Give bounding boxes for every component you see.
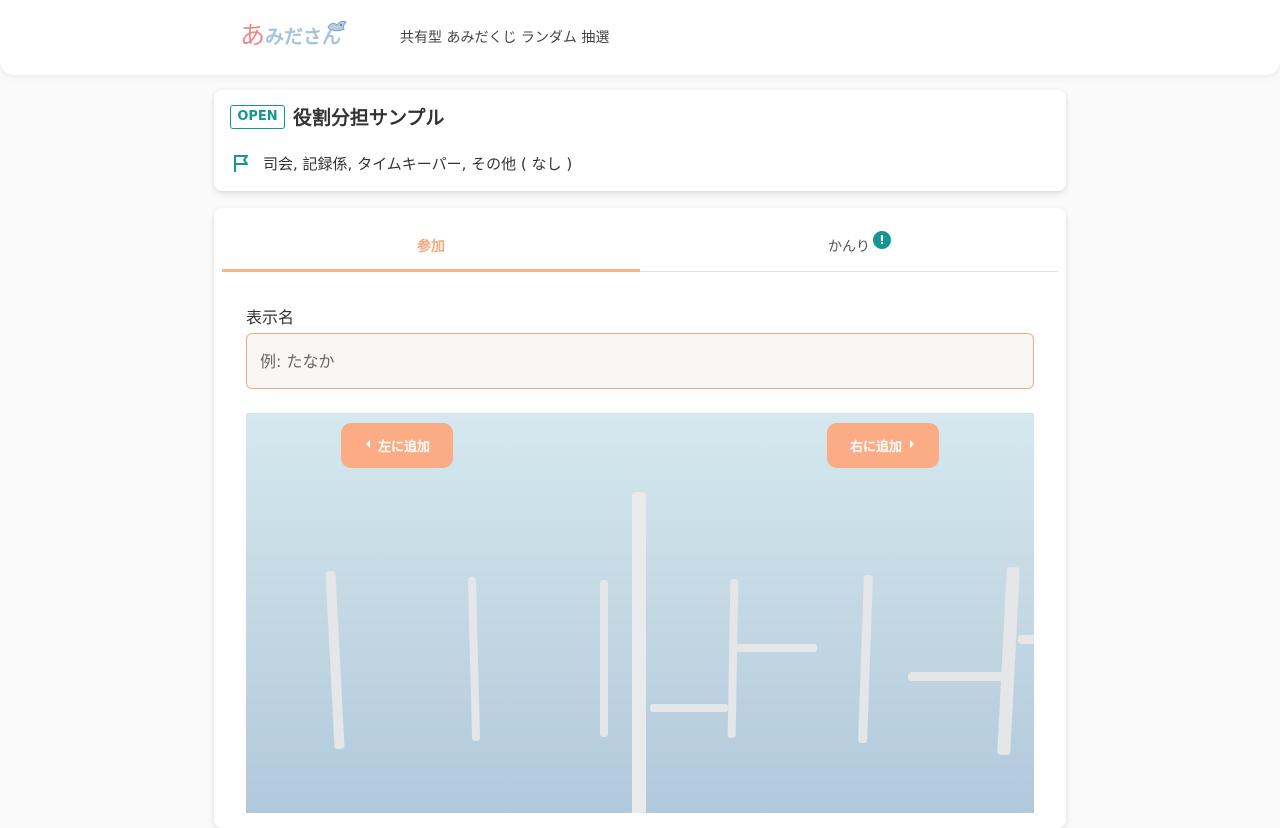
caret-left-icon	[364, 438, 372, 453]
amida-horizontal-rung	[908, 672, 1006, 681]
amida-vertical-line	[997, 566, 1020, 756]
roles-list: 司会, 記録係, タイムキーパー, その他 ( なし )	[263, 155, 573, 173]
add-left-button[interactable]: 左に追加	[341, 423, 453, 468]
amida-stage[interactable]: 左に追加 右に追加	[246, 413, 1034, 813]
amida-vertical-line	[467, 576, 481, 742]
bird-icon	[326, 18, 348, 42]
logo[interactable]: あ みださん	[240, 18, 347, 50]
caret-right-icon	[908, 438, 916, 453]
tab-admin[interactable]: かんり	[640, 224, 1058, 272]
amida-vertical-line	[600, 580, 608, 737]
lottery-title: 役割分担サンプル	[293, 107, 445, 129]
add-left-label: 左に追加	[377, 440, 430, 455]
amida-horizontal-rung	[736, 644, 817, 652]
amida-horizontal-rung	[650, 704, 728, 712]
main-card: 参加 かんり ! 表示名 左に追加 右に追加	[214, 208, 1066, 828]
admin-alert-badge: !	[873, 231, 891, 249]
header: あ みださん 共有型 あみだくじ ランダム 抽選	[0, 0, 1280, 75]
add-right-label: 右に追加	[849, 440, 902, 455]
lottery-info-card: OPEN 役割分担サンプル 司会, 記録係, タイムキーパー, その他 ( なし…	[214, 90, 1066, 191]
logo-first-char: あ	[240, 21, 266, 50]
amida-vertical-line	[727, 578, 739, 739]
display-name-input[interactable]	[246, 333, 1034, 389]
amida-horizontal-rung	[1018, 635, 1034, 644]
status-badge: OPEN	[230, 105, 285, 129]
display-name-label: 表示名	[246, 308, 295, 327]
amida-vertical-line	[325, 570, 345, 750]
flag-icon	[232, 153, 250, 177]
amida-vertical-line	[858, 574, 873, 744]
tab-join[interactable]: 参加	[222, 224, 640, 272]
header-tagline: 共有型 あみだくじ ランダム 抽選	[400, 30, 610, 46]
add-right-button[interactable]: 右に追加	[827, 423, 939, 468]
amida-vertical-line	[632, 492, 646, 813]
tab-bar: 参加 かんり !	[222, 224, 1058, 272]
